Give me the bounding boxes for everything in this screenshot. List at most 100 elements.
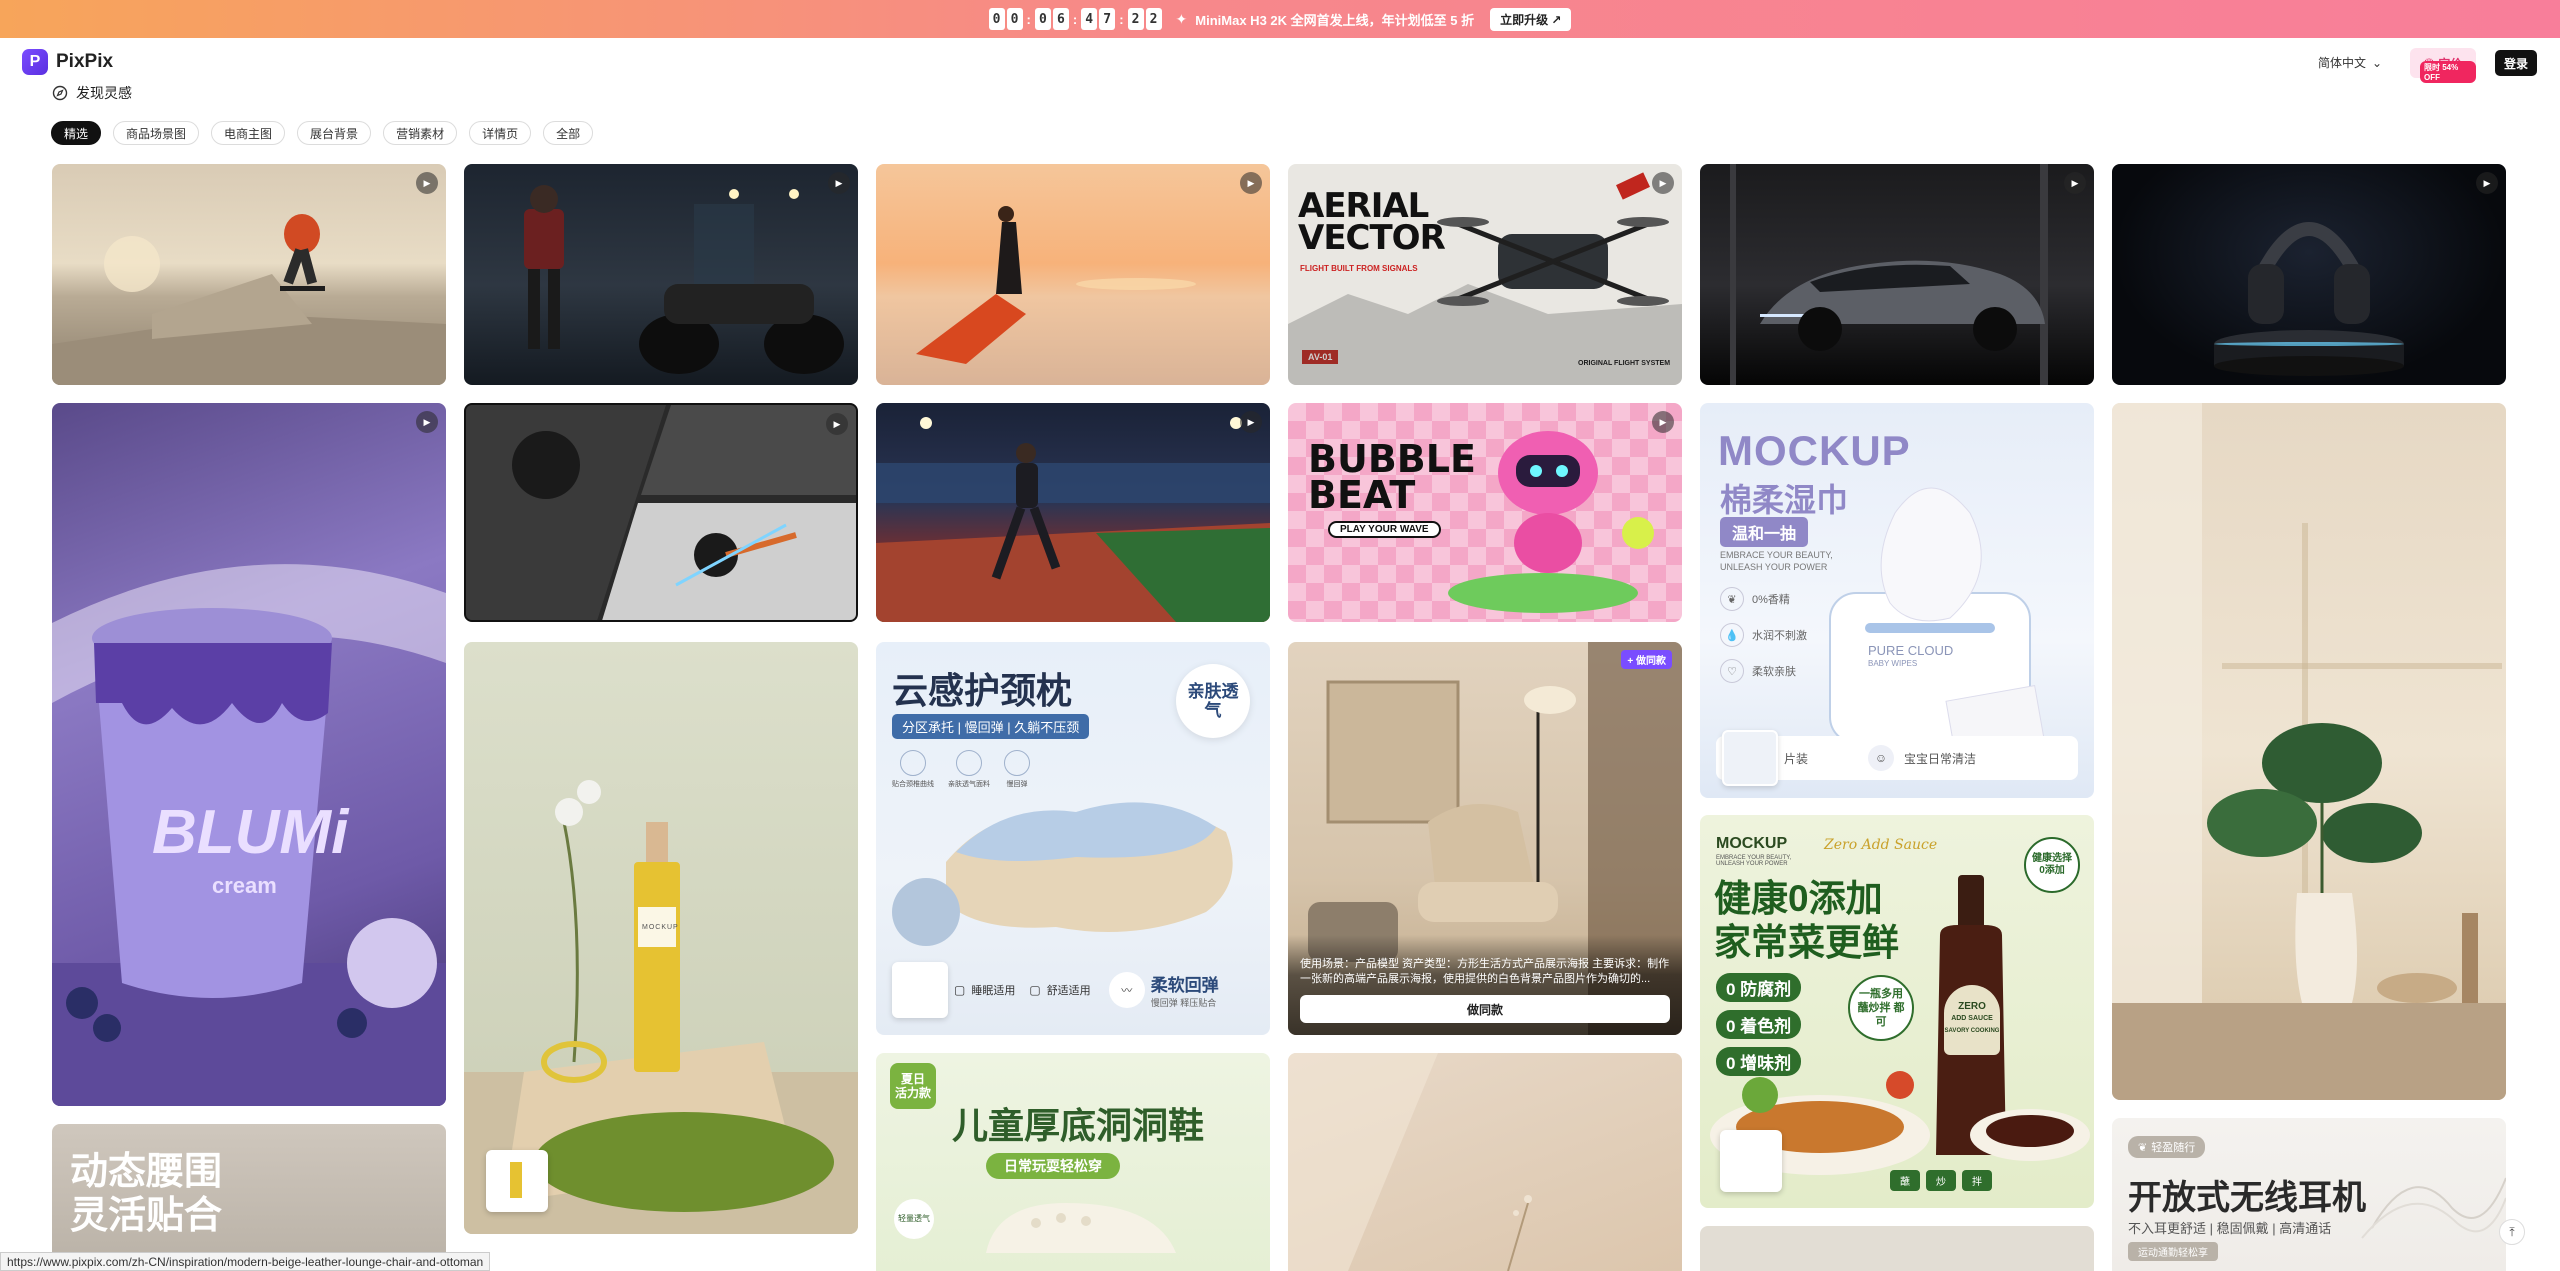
gallery-card-lounge-chair[interactable]: + 做同款 使用场景：产品模型 资产类型：方形生活方式产品展示海报 主要诉求：制… — [1288, 642, 1682, 1035]
video-play-icon: ▶ — [2064, 172, 2086, 194]
video-play-icon: ▶ — [1652, 411, 1674, 433]
arrow-up-icon: ⤒ — [2509, 1224, 2515, 1239]
video-play-icon: ▶ — [416, 172, 438, 194]
gallery-card-perfume[interactable]: MOCKUP — [464, 642, 858, 1234]
logo-icon: P — [22, 49, 48, 75]
countdown-digit: 2 — [1145, 8, 1162, 30]
gallery-card-ice-cream[interactable]: BLUMi cream ▶ — [52, 403, 446, 1106]
bottle-label: MOCKUP — [642, 924, 679, 931]
gallery-card-pillow[interactable]: 云感护颈枕 分区承托 | 慢回弹 | 久躺不压颈 亲肤透气 贴合颈椎曲线 亲肤透… — [876, 642, 1270, 1035]
countdown-separator: : — [1072, 11, 1078, 27]
bottle-label: ZERO ADD SAUCE SAVORY COOKING — [1944, 985, 2000, 1055]
sparkle-icon: ✦ — [1175, 10, 1188, 27]
pricing-button[interactable]: ♛ 定价 限时 54% OFF — [2410, 48, 2476, 83]
language-label: 简体中文 — [2318, 56, 2367, 70]
section-header: 发现灵感 — [52, 83, 132, 103]
gallery-card-aerial-vector[interactable]: AERIAL VECTOR FLIGHT BUILT FROM SIGNALS … — [1288, 164, 1682, 385]
gallery-card-motorcycle[interactable]: ▶ — [464, 164, 858, 385]
countdown-digit: 0 — [988, 8, 1005, 30]
gallery-card-headphones[interactable]: ▶ — [2112, 164, 2506, 385]
perfume-thumbnail — [486, 1150, 548, 1212]
countdown-digit: 4 — [1081, 8, 1098, 30]
countdown-digit: 0 — [1006, 8, 1023, 30]
status-url-bar: https://www.pixpix.com/zh-CN/inspiration… — [0, 1252, 491, 1271]
rebound-feature: 〰 柔软回弹 慢回弹 释压贴合 — [1108, 971, 1219, 1009]
car-figure — [1730, 164, 2048, 385]
plant-scene — [2112, 403, 2506, 1100]
thumbnail-bottle — [510, 1162, 522, 1198]
bottom-features: ▢ 睡眠适用 ▢ 舒适适用 〰 柔软回弹 慢回弹 释压贴合 — [892, 962, 1254, 1018]
method-chip: 蘸 — [1890, 1170, 1920, 1191]
tab-booth-background[interactable]: 展台背景 — [297, 121, 372, 145]
method-chip: 炒 — [1926, 1170, 1956, 1191]
gallery-card-plant-vase[interactable] — [2112, 403, 2506, 1100]
make-same-badge[interactable]: + 做同款 — [1621, 650, 1672, 669]
gallery-card-partial[interactable] — [1700, 1226, 2094, 1271]
countdown-digit: 6 — [1052, 8, 1069, 30]
sauce-thumbnail — [1720, 1130, 1782, 1192]
section-title: 发现灵感 — [76, 85, 132, 101]
brand-name: PixPix — [56, 51, 114, 72]
bottom-bar: 片装 ☺ 宝宝日常清洁 — [1716, 730, 2078, 786]
rider-figure — [524, 185, 844, 374]
tab-all[interactable]: 全部 — [543, 121, 594, 145]
site-header: P PixPix 简体中文 ⌄ ♛ 定价 限时 54% OFF 登录 — [0, 38, 2560, 86]
gallery-card-waist[interactable]: 动态腰围 灵活贴合 — [52, 1124, 446, 1271]
tab-detail-page[interactable]: 详情页 — [469, 121, 532, 145]
manga-panels — [466, 405, 856, 620]
gallery-card-skater[interactable]: ▶ — [52, 164, 446, 385]
baby-icon: ☺ — [1868, 745, 1895, 771]
gallery-card-clogs[interactable]: 夏日 活力款 儿童厚底洞洞鞋 日常玩耍轻松穿 轻量透气 — [876, 1053, 1270, 1271]
prompt-text: 使用场景：产品模型 资产类型：方形生活方式产品展示海报 主要诉求：制作一张新的高… — [1300, 958, 1670, 985]
dancer-figure — [916, 206, 1196, 364]
rebound-text: 柔软回弹 慢回弹 释压贴合 — [1150, 976, 1219, 1008]
gallery-card-sunset-dancer[interactable]: ▶ — [876, 164, 1270, 385]
runner-figure — [876, 417, 1270, 622]
tab-product-scene[interactable]: 商品场景图 — [113, 121, 200, 145]
compass-icon — [52, 85, 68, 101]
promo-banner[interactable]: 0 0 : 0 6 : 4 7 : 2 2 ✦ MiniMax H3 2K 全网… — [0, 0, 2560, 38]
gallery-card-car[interactable]: ▶ — [1700, 164, 2094, 385]
video-play-icon: ▶ — [826, 413, 848, 435]
tab-marketing[interactable]: 营销素材 — [383, 121, 458, 145]
video-play-icon: ▶ — [1240, 172, 1262, 194]
language-selector[interactable]: 简体中文 ⌄ — [2318, 54, 2382, 71]
countdown-separator: : — [1119, 11, 1124, 27]
flowers-scene — [1288, 1053, 1532, 1271]
gallery-card-dried-flowers[interactable] — [1288, 1053, 1682, 1271]
gallery-card-sauce[interactable]: MOCKUP EMBRACE YOUR BEAUTY, UNLEASH YOUR… — [1700, 815, 2094, 1208]
wipes-thumb-icon — [1722, 730, 1778, 786]
video-play-icon: ▶ — [416, 411, 438, 433]
sleep-icon: ▢ — [954, 983, 966, 997]
method-chip: 拌 — [1962, 1170, 1992, 1191]
gallery-card-bubble-beat[interactable]: BUBBLE BEAT PLAY YOUR WAVE ▶ — [1288, 403, 1682, 622]
scroll-to-top-button[interactable]: ⤒ — [2499, 1219, 2525, 1245]
tab-ecommerce-main[interactable]: 电商主图 — [211, 121, 286, 145]
login-button[interactable]: 登录 — [2495, 50, 2537, 76]
gallery-card-earphones[interactable]: ❦ 轻盈随行 开放式无线耳机 不入耳更舒适 | 稳固佩戴 | 高清通话 运动通勤… — [2112, 1118, 2506, 1271]
wave-lines — [2361, 1177, 2506, 1239]
chevron-down-icon: ⌄ — [2372, 55, 2383, 70]
make-same-button[interactable]: 做同款 — [1300, 995, 1670, 1023]
video-play-icon: ▶ — [828, 172, 850, 194]
gallery-card-manga[interactable]: ▶ — [464, 403, 858, 622]
countdown-digit: 0 — [1034, 8, 1051, 30]
skater-figure — [52, 214, 446, 385]
ice-cream-tub — [52, 564, 446, 1106]
category-tabs: 精选 商品场景图 电商主图 展台背景 营销素材 详情页 全部 — [51, 121, 594, 145]
pack-sub: BABY WIPES — [1868, 659, 1918, 668]
logo[interactable]: P PixPix — [22, 49, 113, 75]
clogs-figure — [986, 1203, 1176, 1253]
upgrade-button[interactable]: 立即升级 ↗ — [1490, 7, 1572, 31]
promo-text: MiniMax H3 2K 全网首发上线，年计划低至 5 折 — [1195, 12, 1475, 28]
video-play-icon: ▶ — [1652, 172, 1674, 194]
gallery-card-wipes[interactable]: MOCKUP 棉柔湿巾 温和一抽 EMBRACE YOUR BEAUTY, UN… — [1700, 403, 2094, 798]
tab-featured[interactable]: 精选 — [51, 121, 102, 145]
countdown-separator: : — [1026, 11, 1031, 27]
discount-badge: 限时 54% OFF — [2420, 61, 2476, 83]
headphones-figure — [2214, 222, 2404, 376]
drone-figure — [1288, 172, 1682, 385]
gallery-card-runner[interactable]: ▶ — [876, 403, 1270, 622]
robot-character — [1448, 431, 1654, 613]
countdown-timer: 0 0 : 0 6 : 4 7 : 2 2 — [988, 8, 1162, 30]
